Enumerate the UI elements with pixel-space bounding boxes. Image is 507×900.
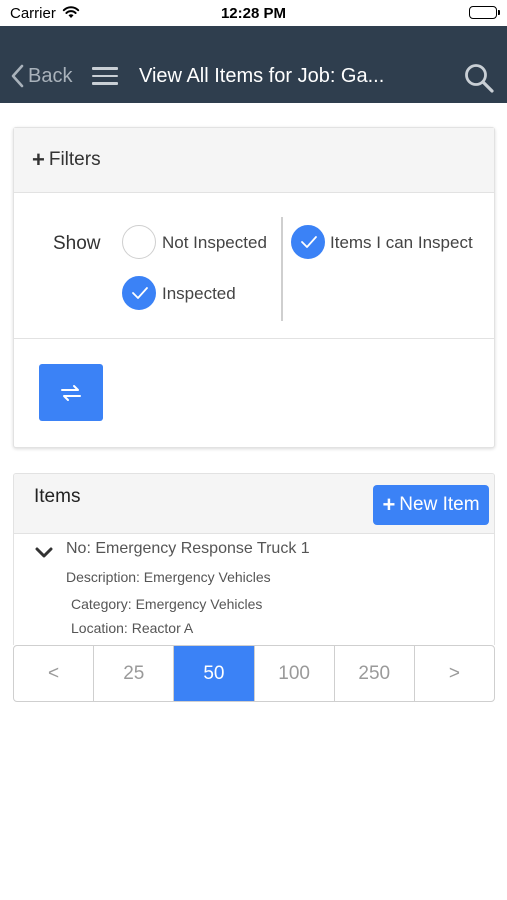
filters-panel: + Filters Show Not Inspected Inspected I…: [13, 127, 495, 448]
items-i-can-inspect-radio[interactable]: [291, 225, 325, 259]
plus-icon: +: [32, 147, 45, 172]
status-time: 12:28 PM: [220, 5, 287, 22]
filters-label: Filters: [48, 149, 101, 170]
filters-body: Show Not Inspected Inspected Items I can…: [14, 193, 494, 339]
back-button[interactable]: Back: [10, 64, 72, 88]
pagination: < 25 50 100 250 >: [13, 645, 495, 702]
page-size-250[interactable]: 250: [335, 646, 415, 701]
checkmark-icon: [301, 236, 317, 248]
items-panel: Items + New Item No: Emergency Response …: [13, 473, 495, 645]
hamburger-menu-icon[interactable]: [92, 67, 118, 85]
chevron-down-icon[interactable]: [35, 546, 53, 564]
checkmark-icon: [132, 287, 148, 299]
items-header: Items + New Item: [14, 474, 494, 534]
item-number: No: Emergency Response Truck 1: [66, 540, 310, 557]
item-location: Location: Reactor A: [71, 620, 194, 636]
filters-footer: [14, 339, 494, 447]
item-category: Category: Emergency Vehicles: [71, 596, 263, 612]
battery-icon: [469, 6, 500, 19]
page-title: View All Items for Job: Ga...: [139, 65, 385, 87]
page-prev-button[interactable]: <: [14, 646, 95, 701]
not-inspected-radio[interactable]: [122, 225, 156, 259]
page-size-25[interactable]: 25: [94, 646, 175, 701]
new-item-button[interactable]: + New Item: [373, 485, 489, 525]
show-label: Show: [53, 233, 101, 254]
item-description: Description: Emergency Vehicles: [66, 569, 271, 585]
swap-arrows-icon: [61, 384, 81, 401]
not-inspected-label[interactable]: Not Inspected: [162, 233, 267, 253]
items-i-can-inspect-label[interactable]: Items I can Inspect: [330, 233, 496, 253]
plus-icon: +: [382, 492, 396, 517]
new-item-label: New Item: [399, 494, 480, 515]
options-divider: [281, 217, 283, 321]
status-bar: Carrier 12:28 PM: [0, 0, 507, 26]
search-icon[interactable]: [463, 62, 495, 99]
page-next-button[interactable]: >: [415, 646, 494, 701]
inspected-radio[interactable]: [122, 276, 156, 310]
inspected-label[interactable]: Inspected: [162, 284, 236, 304]
filters-toggle[interactable]: + Filters: [14, 128, 494, 193]
page-size-100[interactable]: 100: [255, 646, 335, 701]
swap-filter-button[interactable]: [39, 364, 103, 421]
navigation-bar: Back View All Items for Job: Ga...: [0, 26, 507, 103]
page-size-50[interactable]: 50: [174, 646, 255, 701]
items-title: Items: [34, 486, 81, 507]
chevron-left-icon: [11, 64, 24, 88]
back-label: Back: [28, 64, 73, 87]
